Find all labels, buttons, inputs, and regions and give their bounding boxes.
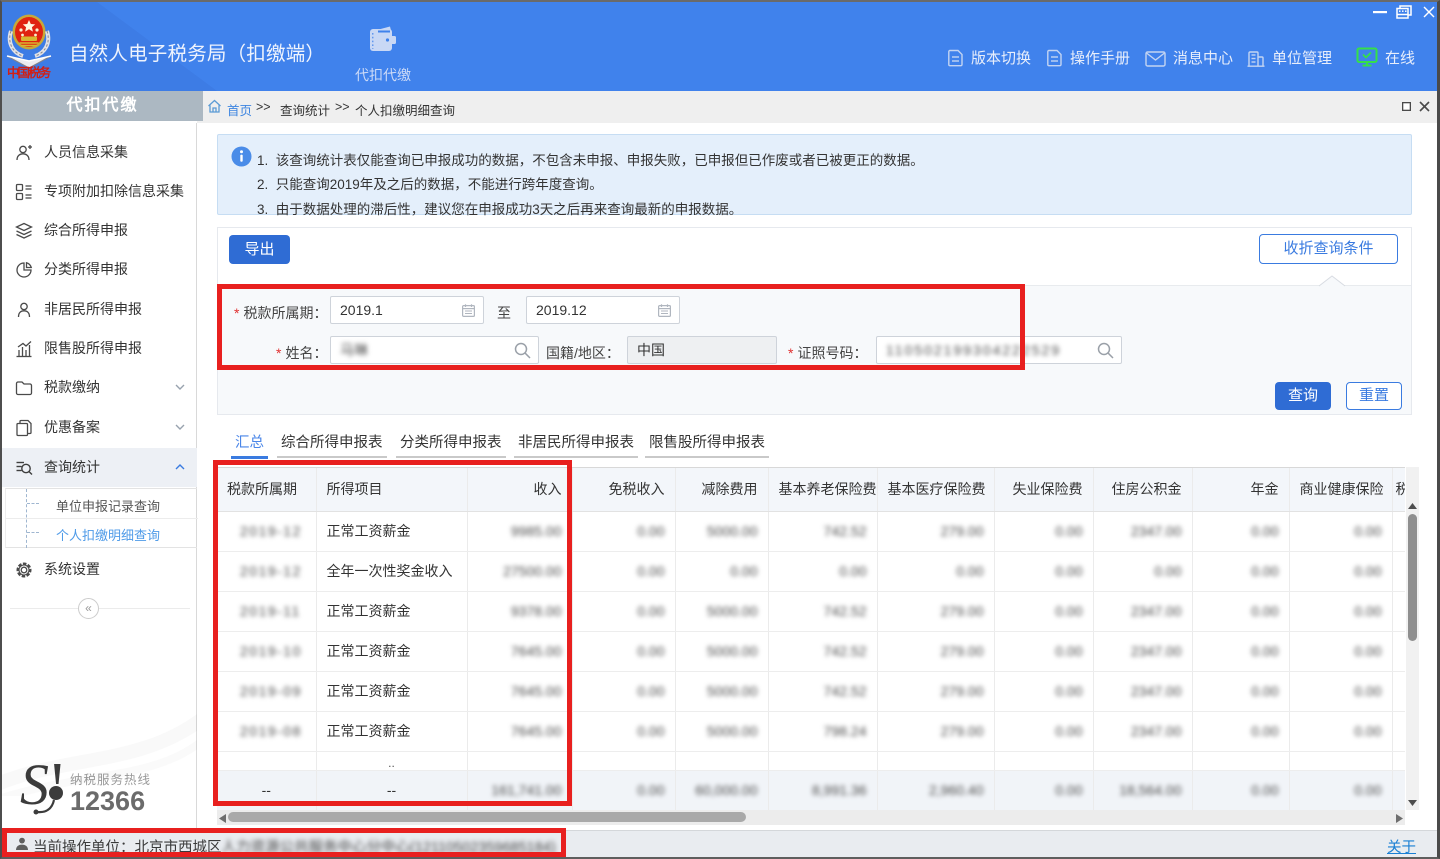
svg-text:中国税务: 中国税务 bbox=[7, 65, 51, 79]
